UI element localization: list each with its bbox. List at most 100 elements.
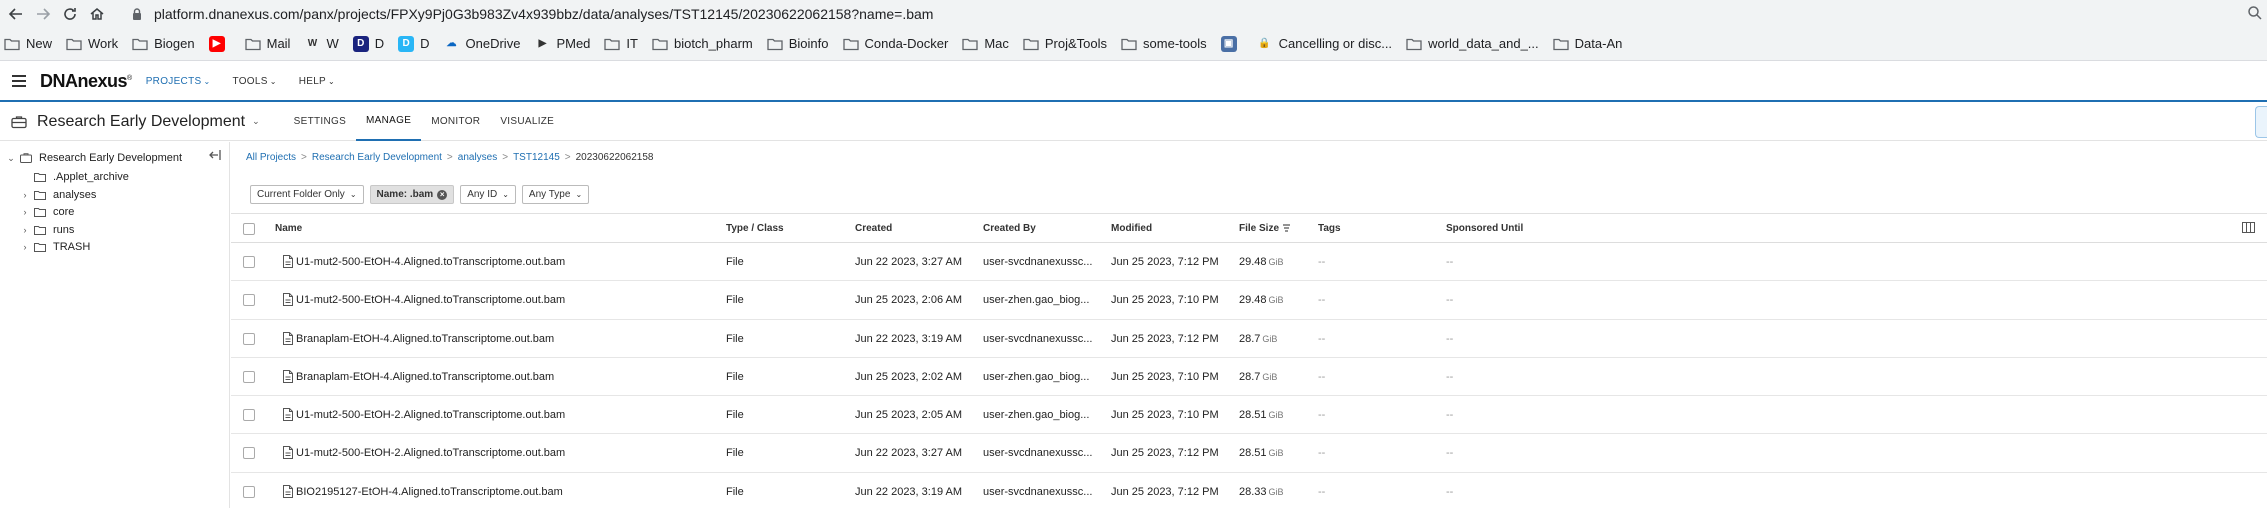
breadcrumb-analyses[interactable]: analyses: [458, 152, 497, 163]
bookmark-image[interactable]: ▣: [1220, 35, 1243, 52]
cell-name[interactable]: BIO2195127-EtOH-4.Aligned.toTranscriptom…: [296, 486, 563, 498]
table-row[interactable]: U1-mut2-500-EtOH-4.Aligned.toTranscripto…: [231, 243, 2267, 282]
folder-icon: [244, 37, 267, 51]
bookmark-work[interactable]: Work: [66, 36, 118, 51]
select-all-checkbox[interactable]: [243, 223, 255, 235]
bookmark-biotch-pharm[interactable]: biotch_pharm: [652, 36, 753, 51]
bookmark-onedrive[interactable]: ☁ OneDrive: [444, 36, 521, 52]
row-checkbox[interactable]: [243, 370, 255, 383]
tab-monitor[interactable]: MONITOR: [421, 103, 490, 141]
table-row[interactable]: Branaplam-EtOH-4.Aligned.toTranscriptome…: [231, 320, 2267, 358]
cell-name[interactable]: U1-mut2-500-EtOH-2.Aligned.toTranscripto…: [296, 409, 565, 421]
row-checkbox[interactable]: [243, 332, 255, 345]
clear-filter-icon[interactable]: ×: [437, 189, 448, 200]
id-filter[interactable]: Any ID ⌄: [460, 185, 516, 204]
table-row[interactable]: BIO2195127-EtOH-4.Aligned.toTranscriptom…: [231, 473, 2267, 508]
col-modified[interactable]: Modified: [1111, 223, 1152, 234]
bookmark-mail[interactable]: Mail: [244, 36, 290, 51]
chevron-right-icon[interactable]: ›: [20, 242, 30, 252]
folder-icon: [652, 37, 674, 51]
bookmark-d[interactable]: DD: [398, 35, 430, 52]
bookmark-bioinfo[interactable]: Bioinfo: [767, 36, 829, 51]
collapse-sidebar-icon[interactable]: [208, 148, 222, 162]
table-row[interactable]: U1-mut2-500-EtOH-2.Aligned.toTranscripto…: [231, 434, 2267, 473]
menu-icon[interactable]: [12, 75, 26, 87]
name-filter[interactable]: Name: .bam ×: [369, 185, 455, 204]
col-name[interactable]: Name: [275, 223, 302, 234]
col-tags[interactable]: Tags: [1318, 223, 1341, 234]
bookmark-world-data-and-[interactable]: world_data_and_...: [1406, 36, 1539, 51]
sort-desc-icon[interactable]: [1282, 224, 1291, 233]
dnanexus-logo[interactable]: DNAnexus®: [40, 71, 132, 92]
type-filter[interactable]: Any Type ⌄: [521, 185, 590, 204]
side-panel-handle[interactable]: [2255, 106, 2267, 138]
tab-visualize[interactable]: VISUALIZE: [490, 103, 564, 141]
bookmark-proj-tools[interactable]: Proj&Tools: [1023, 36, 1107, 51]
bookmark-biogen[interactable]: Biogen: [132, 36, 195, 51]
back-arrow-icon[interactable]: [5, 3, 27, 25]
bookmark-it[interactable]: IT: [604, 36, 638, 51]
breadcrumb-tst12145[interactable]: TST12145: [513, 152, 560, 163]
bookmark-new[interactable]: New: [4, 36, 52, 51]
col-sponsored[interactable]: Sponsored Until: [1446, 223, 1523, 234]
row-checkbox[interactable]: [243, 409, 255, 422]
bookmark-some-tools[interactable]: some-tools: [1121, 36, 1207, 51]
tree-item--applet-archive[interactable]: .Applet_archive: [20, 168, 129, 186]
chevron-right-icon[interactable]: ›: [20, 190, 30, 200]
cell-name[interactable]: Branaplam-EtOH-4.Aligned.toTranscriptome…: [296, 333, 554, 345]
home-icon[interactable]: [86, 3, 108, 25]
tab-settings[interactable]: SETTINGS: [284, 103, 356, 141]
breadcrumb-all-projects[interactable]: All Projects: [246, 152, 296, 163]
col-created-by[interactable]: Created By: [983, 223, 1036, 234]
cell-sponsored: --: [1446, 409, 1454, 422]
tree-item-core[interactable]: › core: [20, 203, 75, 221]
tree-item-runs[interactable]: › runs: [20, 221, 75, 239]
col-created[interactable]: Created: [855, 223, 892, 234]
col-type[interactable]: Type / Class: [726, 223, 784, 234]
tree-item-trash[interactable]: › TRASH: [20, 238, 91, 256]
row-checkbox[interactable]: [243, 256, 255, 268]
cell-name[interactable]: U1-mut2-500-EtOH-4.Aligned.toTranscripto…: [296, 256, 565, 268]
cell-name[interactable]: Branaplam-EtOH-4.Aligned.toTranscriptome…: [296, 371, 554, 383]
cell-file-size: 28.51 GiB: [1239, 409, 1284, 421]
row-checkbox[interactable]: [243, 485, 255, 498]
bookmark-mac[interactable]: Mac: [962, 36, 1009, 51]
cell-tags: --: [1318, 485, 1326, 498]
forward-arrow-icon[interactable]: [32, 3, 54, 25]
breadcrumb-project[interactable]: Research Early Development: [312, 152, 442, 163]
chevron-down-icon[interactable]: ⌄: [6, 153, 16, 164]
tab-manage[interactable]: MANAGE: [356, 103, 422, 141]
project-selector[interactable]: Research Early Development ⌄: [37, 113, 260, 131]
folder-scope-label: Current Folder Only: [257, 189, 345, 200]
file-size-value: 28.33: [1239, 485, 1267, 498]
table-row[interactable]: U1-mut2-500-EtOH-2.Aligned.toTranscripto…: [231, 396, 2267, 435]
cell-name[interactable]: U1-mut2-500-EtOH-4.Aligned.toTranscripto…: [296, 294, 565, 306]
bookmark-data-an[interactable]: Data-An: [1553, 36, 1622, 51]
nav-tools[interactable]: TOOLS ⌄: [232, 76, 276, 87]
bookmark-d[interactable]: DD: [352, 35, 384, 52]
chevron-right-icon[interactable]: ›: [20, 225, 30, 235]
chevron-right-icon[interactable]: ›: [20, 207, 30, 217]
columns-icon[interactable]: [2242, 222, 2255, 233]
col-file-size[interactable]: File Size: [1239, 223, 1291, 234]
table-row[interactable]: Branaplam-EtOH-4.Aligned.toTranscriptome…: [231, 358, 2267, 397]
cell-name[interactable]: U1-mut2-500-EtOH-2.Aligned.toTranscripto…: [296, 447, 565, 459]
zoom-icon[interactable]: [2247, 5, 2263, 21]
row-checkbox[interactable]: [243, 447, 255, 460]
bookmark-cancelling-or-disc-[interactable]: 🔒 Cancelling or disc...: [1257, 36, 1392, 52]
table-row[interactable]: U1-mut2-500-EtOH-4.Aligned.toTranscripto…: [231, 281, 2267, 320]
bookmark-label: some-tools: [1143, 36, 1207, 51]
bookmark-pmed[interactable]: ▶ PMed: [534, 36, 591, 52]
bookmark-w[interactable]: WW: [304, 36, 339, 52]
bookmark-conda-docker[interactable]: Conda-Docker: [842, 36, 948, 51]
nav-help[interactable]: HELP ⌄: [299, 76, 335, 87]
bookmark-youtube[interactable]: ▶: [208, 35, 231, 52]
tree-item-analyses[interactable]: › analyses: [20, 186, 97, 204]
address-bar[interactable]: platform.dnanexus.com/panx/projects/FPXy…: [130, 3, 2250, 24]
row-checkbox[interactable]: [243, 294, 255, 307]
reload-icon[interactable]: [59, 3, 81, 25]
nav-projects[interactable]: PROJECTS ⌄: [146, 76, 211, 87]
cell-type: File: [726, 485, 744, 498]
tree-root[interactable]: ⌄ Research Early Development: [6, 149, 182, 167]
folder-scope-filter[interactable]: Current Folder Only ⌄: [250, 185, 364, 204]
